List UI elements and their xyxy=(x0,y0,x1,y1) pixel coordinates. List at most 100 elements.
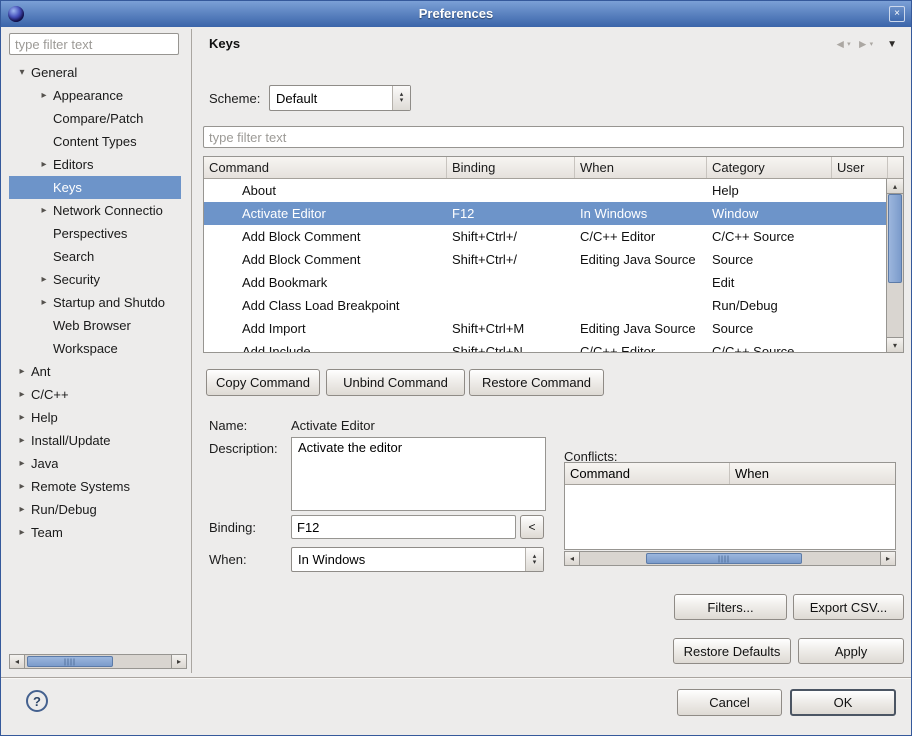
cell-when: C/C++ Editor xyxy=(575,229,707,244)
restore-command-button[interactable]: Restore Command xyxy=(469,369,604,396)
expander-right-icon[interactable]: ▸ xyxy=(13,366,31,377)
titlebar[interactable]: Preferences × xyxy=(1,1,911,27)
sidebar-item-label: Team xyxy=(31,525,63,540)
column-header-user[interactable]: User xyxy=(832,157,888,178)
sidebar-item-content-types[interactable]: Content Types xyxy=(9,130,181,153)
expander-right-icon[interactable]: ▸ xyxy=(35,274,53,285)
filters-button[interactable]: Filters... xyxy=(674,594,787,620)
table-row[interactable]: Add Block CommentShift+Ctrl+/Editing Jav… xyxy=(204,248,886,271)
scrollbar-trough[interactable] xyxy=(25,655,171,668)
when-value: In Windows xyxy=(292,552,525,567)
window-title: Preferences xyxy=(1,6,911,21)
sash-divider[interactable] xyxy=(191,29,192,673)
table-row[interactable]: Add IncludeShift+Ctrl+NC/C++ EditorC/C++… xyxy=(204,340,886,352)
sidebar-item-run-debug[interactable]: ▸Run/Debug xyxy=(9,498,181,521)
column-header-when[interactable]: When xyxy=(575,157,707,178)
sidebar-item-c-cpp[interactable]: ▸C/C++ xyxy=(9,383,181,406)
expander-right-icon[interactable]: ▸ xyxy=(13,481,31,492)
name-label: Name: xyxy=(209,418,247,433)
expander-right-icon[interactable]: ▸ xyxy=(13,412,31,423)
sidebar-item-perspectives[interactable]: Perspectives xyxy=(9,222,181,245)
sidebar-item-help[interactable]: ▸Help xyxy=(9,406,181,429)
expander-right-icon[interactable]: ▸ xyxy=(35,297,53,308)
export-csv-button[interactable]: Export CSV... xyxy=(793,594,904,620)
sidebar-item-compare-patch[interactable]: Compare/Patch xyxy=(9,107,181,130)
sidebar-item-workspace[interactable]: Workspace xyxy=(9,337,181,360)
sidebar-item-label: Network Connectio xyxy=(53,203,163,218)
close-icon[interactable]: × xyxy=(889,6,905,22)
expander-down-icon[interactable]: ▾ xyxy=(13,67,31,78)
command-filter-input[interactable] xyxy=(203,126,904,148)
table-row[interactable]: Add BookmarkEdit xyxy=(204,271,886,294)
sidebar-item-ant[interactable]: ▸Ant xyxy=(9,360,181,383)
sidebar-item-appearance[interactable]: ▸Appearance xyxy=(9,84,181,107)
expander-right-icon[interactable]: ▸ xyxy=(13,458,31,469)
column-header-filler xyxy=(888,157,903,178)
conflicts-panel: Command When ◂ ▸ xyxy=(564,462,896,566)
restore-defaults-button[interactable]: Restore Defaults xyxy=(673,638,791,664)
forward-button[interactable]: ►▾ xyxy=(857,37,873,51)
scrollbar-thumb[interactable] xyxy=(888,194,902,283)
scrollbar-thumb[interactable] xyxy=(646,553,802,564)
scroll-right-icon[interactable]: ▸ xyxy=(880,552,895,565)
sidebar-item-keys[interactable]: Keys xyxy=(9,176,181,199)
expander-right-icon[interactable]: ▸ xyxy=(13,504,31,515)
expander-right-icon[interactable]: ▸ xyxy=(13,527,31,538)
expander-right-icon[interactable]: ▸ xyxy=(13,435,31,446)
scroll-down-icon[interactable]: ▾ xyxy=(887,337,903,352)
sidebar-item-web-browser[interactable]: Web Browser xyxy=(9,314,181,337)
sidebar-item-remote-systems[interactable]: ▸Remote Systems xyxy=(9,475,181,498)
table-row[interactable]: Add Block CommentShift+Ctrl+/C/C++ Edito… xyxy=(204,225,886,248)
back-button[interactable]: ◄▾ xyxy=(834,37,850,51)
ok-button[interactable]: OK xyxy=(790,689,896,716)
combo-stepper-icon[interactable]: ▴▾ xyxy=(392,86,410,110)
conflicts-column-when[interactable]: When xyxy=(730,463,895,484)
table-vscrollbar[interactable]: ▴ ▾ xyxy=(886,179,903,352)
expander-right-icon[interactable]: ▸ xyxy=(35,205,53,216)
expander-right-icon[interactable]: ▸ xyxy=(35,90,53,101)
description-textarea[interactable]: Activate the editor xyxy=(291,437,546,511)
expander-right-icon[interactable]: ▸ xyxy=(35,159,53,170)
apply-button[interactable]: Apply xyxy=(798,638,904,664)
sidebar-item-label: Help xyxy=(31,410,58,425)
table-row-selected[interactable]: Activate EditorF12In WindowsWindow xyxy=(204,202,886,225)
table-row[interactable]: AboutHelp xyxy=(204,179,886,202)
column-header-command[interactable]: Command xyxy=(204,157,447,178)
sidebar-item-java[interactable]: ▸Java xyxy=(9,452,181,475)
sidebar-item-startup-and-shutdown[interactable]: ▸Startup and Shutdo xyxy=(9,291,181,314)
sidebar-item-team[interactable]: ▸Team xyxy=(9,521,181,544)
scroll-left-icon[interactable]: ◂ xyxy=(565,552,580,565)
sidebar-item-editors[interactable]: ▸Editors xyxy=(9,153,181,176)
scroll-up-icon[interactable]: ▴ xyxy=(887,179,903,194)
binding-input[interactable] xyxy=(291,515,516,539)
copy-command-button[interactable]: Copy Command xyxy=(206,369,320,396)
column-header-binding[interactable]: Binding xyxy=(447,157,575,178)
when-select[interactable]: In Windows ▴▾ xyxy=(291,547,544,572)
tree-filter-input[interactable] xyxy=(9,33,179,55)
column-header-category[interactable]: Category xyxy=(707,157,832,178)
scheme-select[interactable]: Default ▴▾ xyxy=(269,85,411,111)
conflicts-column-command[interactable]: Command xyxy=(565,463,730,484)
help-button[interactable]: ? xyxy=(26,690,48,712)
table-row[interactable]: Add Class Load BreakpointRun/Debug xyxy=(204,294,886,317)
sidebar-hscrollbar[interactable]: ◂ ▸ xyxy=(9,654,187,669)
scroll-left-icon[interactable]: ◂ xyxy=(10,655,25,668)
expander-right-icon[interactable]: ▸ xyxy=(13,389,31,400)
sidebar-item-general[interactable]: ▾General xyxy=(9,61,181,84)
cancel-button[interactable]: Cancel xyxy=(677,689,782,716)
sidebar-item-network-connections[interactable]: ▸Network Connectio xyxy=(9,199,181,222)
scroll-right-icon[interactable]: ▸ xyxy=(171,655,186,668)
conflicts-hscrollbar[interactable]: ◂ ▸ xyxy=(564,551,896,566)
sidebar-item-security[interactable]: ▸Security xyxy=(9,268,181,291)
sidebar-item-install-update[interactable]: ▸Install/Update xyxy=(9,429,181,452)
scrollbar-thumb[interactable] xyxy=(27,656,113,667)
scrollbar-trough[interactable] xyxy=(887,194,903,337)
sidebar-item-search[interactable]: Search xyxy=(9,245,181,268)
table-row[interactable]: Add ImportShift+Ctrl+MEditing Java Sourc… xyxy=(204,317,886,340)
sidebar-item-label: Workspace xyxy=(53,341,118,356)
binding-capture-button[interactable]: < xyxy=(520,515,544,539)
view-menu-icon[interactable]: ▼ xyxy=(887,39,897,50)
unbind-command-button[interactable]: Unbind Command xyxy=(326,369,465,396)
scrollbar-trough[interactable] xyxy=(580,552,880,565)
combo-stepper-icon[interactable]: ▴▾ xyxy=(525,548,543,571)
